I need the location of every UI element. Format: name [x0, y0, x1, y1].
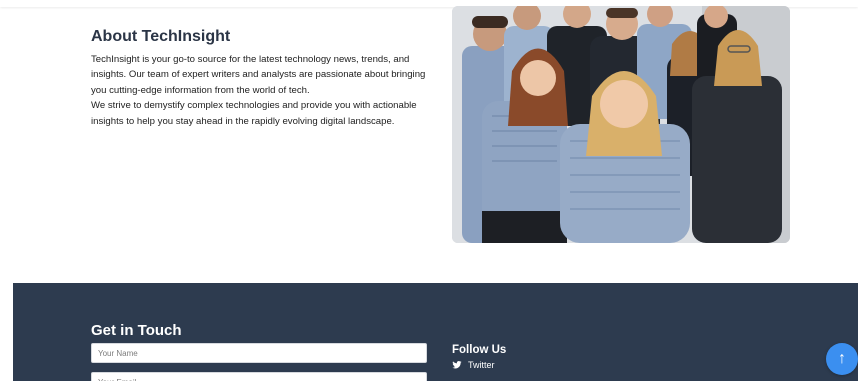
about-title: About TechInsight — [91, 28, 231, 45]
about-section: About TechInsight TechInsight is your go… — [91, 28, 436, 129]
team-photo — [452, 6, 790, 243]
social-label: Twitter — [468, 360, 495, 370]
social-link-twitter[interactable]: Twitter — [452, 360, 506, 370]
follow-section: Follow Us Twitter — [452, 344, 506, 370]
contact-title: Get in Touch — [91, 322, 182, 339]
name-input[interactable] — [91, 343, 427, 363]
team-photo-illustration — [452, 6, 790, 243]
scroll-to-top-button[interactable]: ↑ — [826, 343, 858, 375]
arrow-up-icon: ↑ — [838, 350, 846, 367]
twitter-icon — [452, 361, 462, 369]
email-input[interactable] — [91, 372, 427, 381]
page: About TechInsight TechInsight is your go… — [0, 0, 858, 381]
follow-title: Follow Us — [452, 344, 507, 356]
about-paragraph-1: TechInsight is your go-to source for the… — [91, 54, 426, 96]
about-paragraph-2: We strive to demystify complex technolog… — [91, 100, 417, 127]
footer: Get in Touch Follow Us Twitter — [13, 283, 858, 381]
